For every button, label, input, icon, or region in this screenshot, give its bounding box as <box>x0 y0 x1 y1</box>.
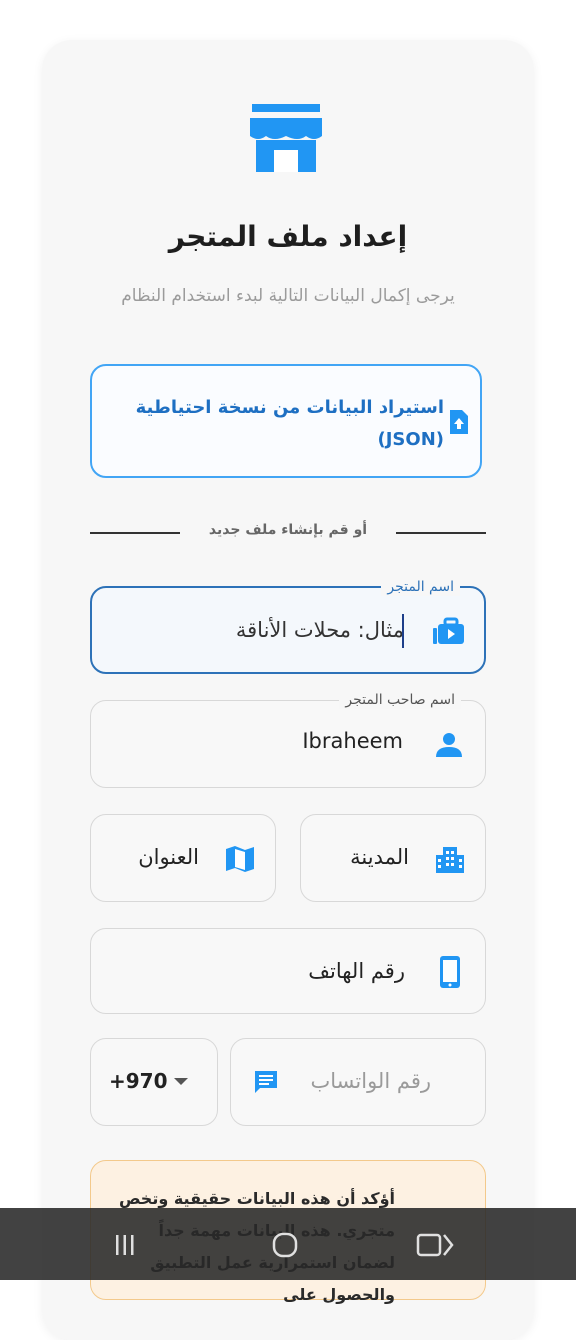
home-icon[interactable] <box>272 1232 298 1258</box>
country-code-value: +970 <box>109 1069 168 1093</box>
owner-name-label: اسم صاحب المتجر <box>339 691 461 709</box>
person-icon <box>436 733 462 757</box>
message-icon <box>255 1071 277 1093</box>
text-caret <box>402 614 404 648</box>
map-icon <box>226 846 254 872</box>
recent-apps-icon[interactable] <box>114 1234 136 1256</box>
smartphone-icon <box>440 956 460 988</box>
divider-line-left <box>90 532 180 534</box>
country-code-selector[interactable]: +970 <box>90 1038 218 1126</box>
divider-text: أو قم بإنشاء ملف جديد <box>208 522 368 538</box>
import-backup-button[interactable]: استيراد البيانات من نسخة احتياطية (JSON) <box>90 364 482 478</box>
city-field[interactable]: المدينة <box>300 814 486 902</box>
phone-field[interactable]: رقم الهاتف <box>90 928 486 1014</box>
store-name-field[interactable]: اسم المتجر مثال: محلات الأناقة <box>90 578 486 674</box>
page-title: إعداد ملف المتجر <box>168 220 408 253</box>
city-placeholder: المدينة <box>350 845 409 869</box>
divider-line-right <box>396 532 486 534</box>
import-backup-label: استيراد البيانات من نسخة احتياطية (JSON) <box>135 397 444 450</box>
store-name-label: اسم المتجر <box>381 578 460 596</box>
address-placeholder: العنوان <box>138 845 199 869</box>
owner-name-value: Ibraheem <box>302 729 403 753</box>
whatsapp-placeholder: رقم الواتساب <box>310 1069 432 1093</box>
owner-name-field[interactable]: اسم صاحب المتجر Ibraheem <box>90 691 486 788</box>
business-briefcase-icon <box>433 617 464 644</box>
system-nav-bar <box>0 1208 576 1280</box>
upload-file-icon <box>450 410 468 434</box>
store-name-placeholder: مثال: محلات الأناقة <box>235 618 404 642</box>
back-icon[interactable] <box>416 1232 456 1258</box>
whatsapp-field[interactable]: رقم الواتساب <box>230 1038 486 1126</box>
page-subtitle: يرجى إكمال البيانات التالية لبدء استخدام… <box>121 286 455 306</box>
phone-placeholder: رقم الهاتف <box>308 959 405 983</box>
address-field[interactable]: العنوان <box>90 814 276 902</box>
city-buildings-icon <box>436 847 464 873</box>
dropdown-arrow-icon <box>174 1078 188 1085</box>
storefront-icon <box>250 104 322 172</box>
